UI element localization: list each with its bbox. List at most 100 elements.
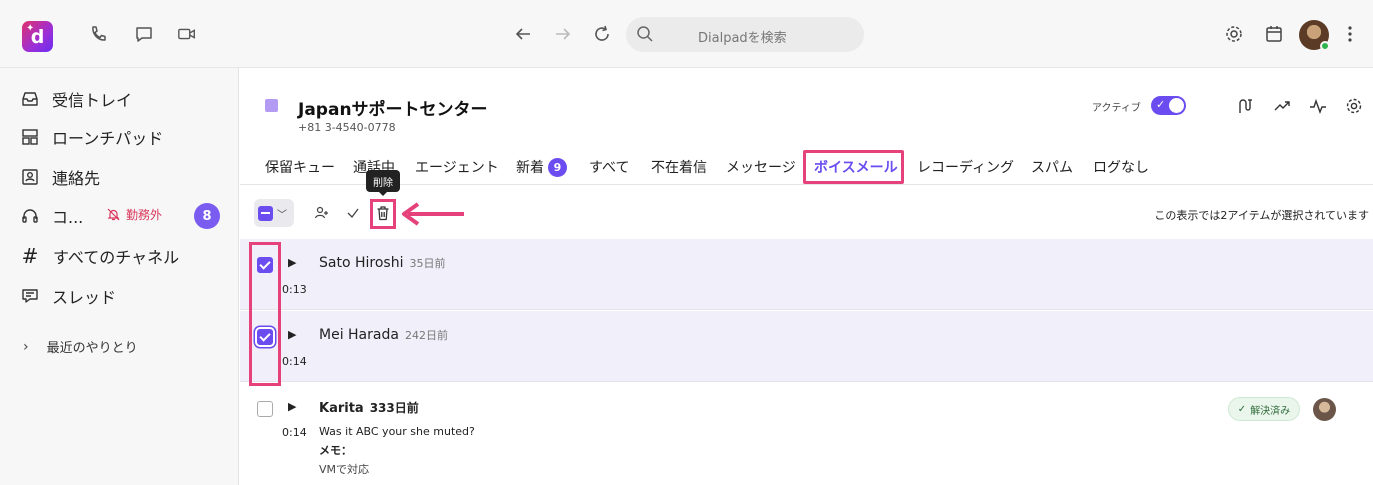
tab-spam[interactable]: スパム (1031, 154, 1073, 180)
voicemail-row[interactable]: ▶ Mei Harada 242日前 0:14 (240, 311, 1373, 382)
tab-label: レコーディング (917, 160, 1015, 176)
voicemail-duration: 0:14 (282, 355, 307, 368)
tab-recordings[interactable]: レコーディング (917, 154, 1014, 180)
row-checkbox[interactable] (257, 401, 273, 417)
play-icon[interactable]: ▶ (288, 328, 296, 341)
tab-hold-queue[interactable]: 保留キュー (265, 154, 335, 180)
tab-label: メッセージ (726, 160, 796, 176)
dialpad-logo[interactable]: ✦ d (22, 21, 53, 52)
active-toggle[interactable]: ✓ (1151, 96, 1186, 115)
select-all-dropdown[interactable]: ﹀ (254, 199, 294, 227)
voicemail-duration: 0:13 (282, 283, 307, 296)
more-icon[interactable] (1340, 24, 1360, 44)
sidebar-item-threads[interactable]: スレッド (20, 283, 116, 309)
left-arrow-annotation-icon (400, 201, 466, 231)
trash-highlight-box (370, 199, 396, 229)
mark-done-icon[interactable] (345, 205, 361, 221)
time-ago: 242日前 (404, 329, 448, 342)
assign-user-icon[interactable] (314, 205, 330, 221)
sidebar-item-label: スレッド (52, 288, 117, 307)
time-ago: 333日前 (369, 401, 419, 415)
voicemail-duration: 0:14 (282, 426, 307, 439)
selection-count-text: この表示では2アイテムが選択されています (1154, 209, 1369, 222)
sidebar-item-contact-center[interactable]: コ... (20, 203, 83, 229)
new-count-badge: 9 (548, 157, 567, 177)
off-duty-status[interactable]: 勤務外 (107, 206, 162, 223)
memo-label: メモ： (319, 444, 352, 457)
off-duty-label: 勤務外 (126, 208, 163, 222)
inbox-icon (20, 89, 40, 109)
caller-name: Sato Hiroshi 35日前 (319, 255, 445, 271)
launchpad-icon (20, 127, 40, 147)
assignee-avatar[interactable] (1313, 398, 1336, 421)
department-phone: +81 3-4540-0778 (298, 121, 396, 134)
refresh-icon[interactable] (592, 24, 612, 44)
status-label: 解決済み (1250, 405, 1291, 417)
caller-name: Karita 333日前 (319, 399, 419, 416)
sidebar: 受信トレイ ローンチパッド 連絡先 コ... 勤務外 8 # すべてのチャネル … (0, 68, 239, 485)
tab-new[interactable]: 新着 9 (516, 154, 567, 180)
tab-label: ログなし (1093, 160, 1149, 176)
caller-name-text: Mei Harada (319, 327, 399, 343)
play-icon[interactable]: ▶ (288, 256, 296, 269)
chevron-right-icon: › (23, 338, 29, 355)
calendar-icon[interactable] (1264, 24, 1284, 44)
tab-label: すべて (589, 160, 630, 176)
page-title: Japanサポートセンター (298, 100, 488, 120)
phone-icon[interactable] (88, 24, 108, 44)
bell-off-icon (107, 208, 120, 221)
back-arrow-icon[interactable] (513, 24, 533, 44)
tab-label: 新着 (516, 160, 544, 176)
tab-messages[interactable]: メッセージ (726, 154, 796, 180)
activity-icon[interactable] (1308, 96, 1328, 116)
tab-label: スパム (1031, 160, 1073, 176)
caller-name-text: Sato Hiroshi (319, 255, 404, 271)
headset-icon (20, 206, 40, 226)
trending-icon[interactable] (1272, 96, 1292, 116)
tab-no-log[interactable]: ログなし (1093, 154, 1149, 180)
tab-missed[interactable]: 不在着信 (651, 154, 707, 180)
sidebar-item-contacts[interactable]: 連絡先 (20, 164, 100, 190)
settings-gear-icon[interactable] (1344, 96, 1364, 116)
chat-icon[interactable] (134, 24, 154, 44)
voicemail-transcript: Was it ABC your she muted? (319, 425, 475, 438)
tab-all[interactable]: すべて (589, 154, 629, 180)
indeterminate-checkbox (258, 205, 273, 221)
unread-badge: 8 (194, 203, 220, 229)
voicemail-row[interactable]: ▶ Karita 333日前 0:14 Was it ABC your she m… (240, 383, 1373, 485)
resolved-status-badge[interactable]: ✓ 解決済み (1228, 397, 1300, 421)
chevron-down-icon: ﹀ (277, 209, 287, 221)
online-status-dot (1320, 41, 1330, 51)
sidebar-item-label: すべてのチャネル (53, 248, 180, 267)
tab-label: 不在着信 (651, 160, 707, 176)
video-icon[interactable] (177, 24, 197, 44)
department-color-icon (265, 99, 278, 112)
check-icon: ✓ (1237, 403, 1247, 415)
bulk-action-toolbar: ﹀ この表示では2アイテムが選択されています (240, 193, 1373, 239)
check-icon: ✓ (1156, 98, 1166, 111)
sidebar-item-label: ローンチパッド (52, 129, 164, 148)
tab-label: 保留キュー (265, 160, 335, 176)
main-panel: Japanサポートセンター +81 3-4540-0778 アクティブ ✓ 保留… (240, 68, 1373, 485)
sidebar-item-label: 受信トレイ (52, 91, 133, 110)
tab-label: エージェント (415, 160, 499, 176)
search-bar[interactable]: Dialpadを検索 (626, 17, 864, 52)
gear-icon[interactable] (1224, 24, 1244, 44)
top-bar: ✦ d Dialpadを検索 (0, 0, 1373, 68)
tab-divider (240, 184, 1373, 185)
sidebar-item-launchpad[interactable]: ローンチパッド (20, 124, 163, 150)
voicemail-tab-highlight (803, 150, 904, 184)
tab-agents[interactable]: エージェント (415, 154, 499, 180)
memo-text: VMで対応 (319, 463, 370, 476)
voicemail-row[interactable]: ▶ Sato Hiroshi 35日前 0:13 (240, 239, 1373, 310)
sidebar-item-inbox[interactable]: 受信トレイ (20, 86, 132, 112)
sidebar-item-all-channels[interactable]: # すべてのチャネル (20, 243, 179, 269)
sidebar-item-label: 連絡先 (52, 169, 101, 188)
sidebar-item-label: コ... (52, 208, 84, 227)
call-routing-icon[interactable] (1235, 96, 1255, 116)
hash-icon: # (21, 244, 39, 268)
user-avatar[interactable] (1299, 20, 1330, 51)
recent-conversations-toggle[interactable]: › 最近のやりとり (23, 337, 138, 357)
play-icon[interactable]: ▶ (288, 400, 296, 413)
forward-arrow-icon[interactable] (553, 24, 573, 44)
